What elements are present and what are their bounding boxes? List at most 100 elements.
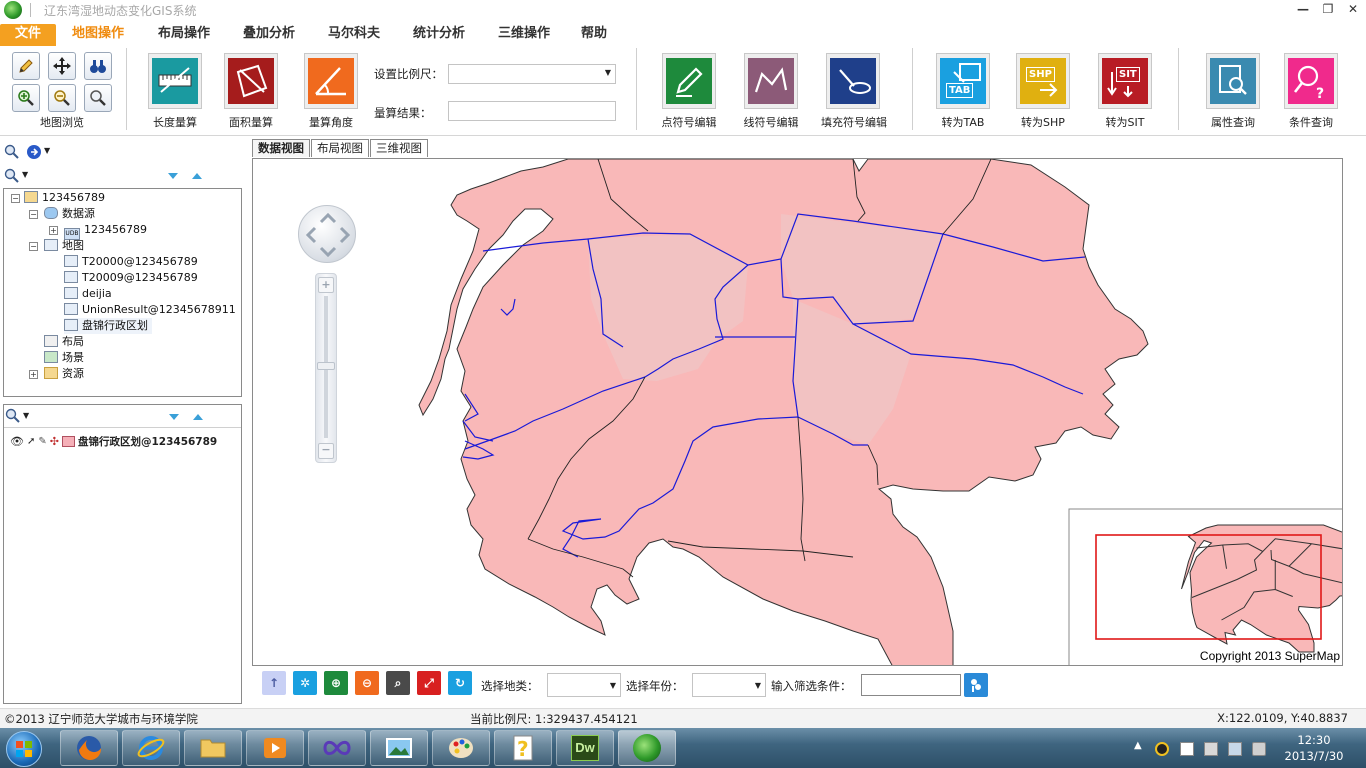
- zoom-free-button[interactable]: [84, 84, 112, 112]
- zoom-slider-thumb[interactable]: [317, 362, 335, 370]
- convert-tab-button[interactable]: TAB: [936, 53, 990, 109]
- tree-item-workspace[interactable]: 123456789: [24, 190, 105, 206]
- tab-layout-operations[interactable]: 布局操作: [148, 24, 220, 46]
- tree-item-map[interactable]: deijia: [64, 286, 112, 302]
- tab-map-operations[interactable]: 地图操作: [62, 24, 134, 46]
- tab-data-view[interactable]: 数据视图: [252, 139, 310, 157]
- refresh-button[interactable]: ↻: [448, 671, 472, 695]
- north-arrow-button[interactable]: ↑: [262, 671, 286, 695]
- taskbar-dreamweaver[interactable]: Dw: [556, 730, 614, 766]
- expand-toggle[interactable]: −: [11, 194, 20, 203]
- expand-toggle[interactable]: −: [29, 210, 38, 219]
- move-up-icon[interactable]: [190, 169, 204, 183]
- tab-markov[interactable]: 马尔科夫: [318, 24, 390, 46]
- filter-input[interactable]: [861, 674, 961, 696]
- tree-item-layouts[interactable]: 布局: [44, 334, 84, 350]
- condition-query-button[interactable]: ?: [1284, 53, 1338, 109]
- expand-toggle[interactable]: +: [29, 370, 38, 379]
- scale-combobox[interactable]: ▼: [448, 64, 616, 84]
- tree-item-resources[interactable]: 资源: [44, 366, 84, 382]
- landtype-combobox[interactable]: ▼: [547, 673, 621, 697]
- full-extent-button[interactable]: ⤢: [417, 671, 441, 695]
- tree-item-map[interactable]: UnionResult@12345678911: [64, 302, 236, 318]
- tab-3d-view[interactable]: 三维视图: [370, 139, 428, 157]
- restore-button[interactable]: ❐: [1315, 0, 1341, 20]
- tab-file[interactable]: 文件: [0, 24, 56, 46]
- expand-toggle[interactable]: +: [49, 226, 58, 235]
- taskbar-firefox[interactable]: [60, 730, 118, 766]
- start-button[interactable]: [6, 731, 42, 767]
- tree-item-map-selected[interactable]: 盘锦行政区划: [64, 318, 152, 334]
- search-icon[interactable]: [4, 168, 20, 184]
- search-icon[interactable]: [5, 408, 21, 424]
- map-canvas[interactable]: [253, 159, 1343, 666]
- usb-device-icon[interactable]: [1204, 742, 1218, 756]
- length-measure-button[interactable]: [148, 53, 202, 109]
- clear-selection-button[interactable]: ✲: [293, 671, 317, 695]
- zoom-out-button[interactable]: [48, 84, 76, 112]
- tab-help[interactable]: 帮助: [574, 24, 614, 46]
- filter-search-button[interactable]: [964, 673, 988, 697]
- edit-pencil-icon[interactable]: ✎: [38, 436, 46, 447]
- pan-button[interactable]: [48, 52, 76, 80]
- entire-view-button[interactable]: [84, 52, 112, 80]
- qq-icon[interactable]: [1155, 742, 1169, 756]
- zoom-minus-icon[interactable]: −: [318, 443, 334, 459]
- chevron-down-icon[interactable]: ▼: [22, 170, 28, 179]
- tree-item-map[interactable]: T20009@123456789: [64, 270, 198, 286]
- taskbar-explorer[interactable]: [184, 730, 242, 766]
- move-down-icon[interactable]: [167, 410, 181, 424]
- tree-item-datasources[interactable]: 数据源: [44, 206, 95, 222]
- minimize-button[interactable]: —: [1290, 0, 1316, 20]
- select-cursor-icon[interactable]: ➚: [27, 436, 35, 447]
- map-view[interactable]: + − Copyright 2013 SuperMap: [252, 158, 1343, 666]
- move-up-icon[interactable]: [191, 410, 205, 424]
- clock[interactable]: 12:30 2013/7/30: [1282, 732, 1346, 764]
- taskbar-photo-viewer[interactable]: [370, 730, 428, 766]
- convert-shp-button[interactable]: SHP: [1016, 53, 1070, 109]
- snap-crosshair-icon[interactable]: ✣: [50, 435, 59, 448]
- search-icon[interactable]: [4, 144, 20, 160]
- zoom-slider[interactable]: + −: [315, 273, 337, 463]
- layer-row[interactable]: 👁 ➚ ✎ ✣ 盘锦行政区划@123456789: [10, 433, 217, 449]
- tree-item-map[interactable]: T20000@123456789: [64, 254, 198, 270]
- bottom-zoom-out-button[interactable]: ⊖: [355, 671, 379, 695]
- tab-layout-view[interactable]: 布局视图: [311, 139, 369, 157]
- tray-expand-icon[interactable]: ▲: [1134, 740, 1142, 751]
- tab-overlay-analysis[interactable]: 叠加分析: [233, 24, 305, 46]
- area-measure-button[interactable]: [224, 53, 278, 109]
- edit-pencil-button[interactable]: [12, 52, 40, 80]
- year-combobox[interactable]: ▼: [692, 673, 766, 697]
- bottom-zoom-in-button[interactable]: ⊕: [324, 671, 348, 695]
- navigate-arrow-icon[interactable]: [26, 144, 42, 160]
- tab-3d-operations[interactable]: 三维操作: [488, 24, 560, 46]
- line-symbol-button[interactable]: [744, 53, 798, 109]
- taskbar-app-infinity[interactable]: [308, 730, 366, 766]
- expand-toggle[interactable]: −: [29, 242, 38, 251]
- tree-item-maps[interactable]: 地图: [44, 238, 84, 254]
- point-symbol-button[interactable]: [662, 53, 716, 109]
- attribute-query-button[interactable]: [1206, 53, 1260, 109]
- zoom-plus-icon[interactable]: +: [318, 277, 334, 293]
- taskbar-paint[interactable]: [432, 730, 490, 766]
- zoom-in-button[interactable]: [12, 84, 40, 112]
- move-down-icon[interactable]: [166, 169, 180, 183]
- taskbar-ie[interactable]: [122, 730, 180, 766]
- bottom-search-button[interactable]: ⌕: [386, 671, 410, 695]
- fill-symbol-button[interactable]: [826, 53, 880, 109]
- tree-item-scenes[interactable]: 场景: [44, 350, 84, 366]
- close-button[interactable]: ✕: [1340, 0, 1366, 20]
- taskbar-media-player[interactable]: [246, 730, 304, 766]
- tree-item-udb[interactable]: UDB 123456789: [64, 222, 147, 240]
- taskbar-gis-app[interactable]: [618, 730, 676, 766]
- taskbar-help-app[interactable]: ?: [494, 730, 552, 766]
- chevron-down-icon[interactable]: ▼: [23, 411, 29, 420]
- pan-navigator[interactable]: [298, 205, 356, 263]
- eye-icon[interactable]: 👁: [10, 435, 24, 448]
- result-field[interactable]: [448, 101, 616, 121]
- angle-measure-button[interactable]: [304, 53, 358, 109]
- volume-muted-icon[interactable]: [1252, 742, 1266, 756]
- network-icon[interactable]: [1228, 742, 1242, 756]
- tab-statistics[interactable]: 统计分析: [403, 24, 475, 46]
- mail-error-icon[interactable]: [1180, 742, 1194, 756]
